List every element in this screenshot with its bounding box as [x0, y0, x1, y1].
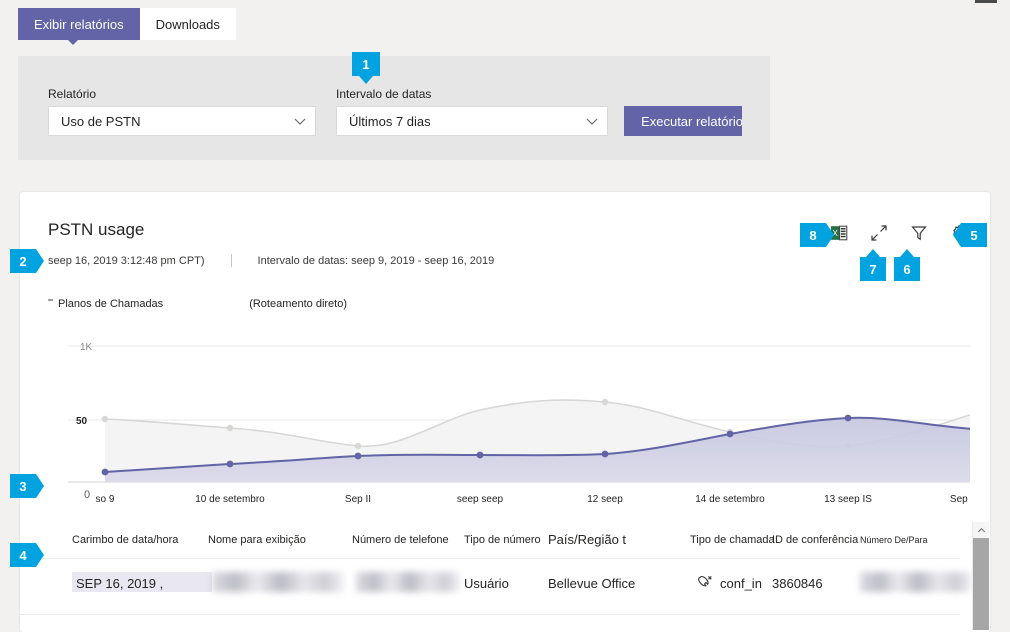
column-header-conference-id[interactable]: ID de conferência: [772, 534, 858, 546]
report-toolbar: X: [830, 224, 968, 242]
cell-call-type: conf_in: [720, 576, 762, 591]
svg-text:1K: 1K: [80, 342, 93, 353]
page-title: PSTN usage: [48, 220, 144, 240]
daterange-select-value: Últimos 7 dias: [349, 114, 585, 129]
svg-text:14 de setembro: 14 de setembro: [695, 494, 765, 505]
svg-text:so 9: so 9: [96, 494, 115, 505]
daterange-field-label: Intervalo de datas: [336, 87, 431, 101]
column-header-number-type[interactable]: Tipo de número: [464, 534, 541, 546]
filter-icon[interactable]: [910, 224, 928, 242]
svg-text:0: 0: [84, 489, 90, 501]
chevron-down-icon: [293, 114, 307, 128]
cell-from-to-number-redacted: [860, 572, 972, 592]
cell-phone-number-redacted: [356, 572, 460, 592]
svg-text:10 de setembro: 10 de setembro: [195, 494, 265, 505]
scrollbar-thumb[interactable]: [973, 538, 989, 630]
svg-text:Sep II: Sep II: [345, 494, 371, 505]
run-report-button[interactable]: Executar relatório: [624, 106, 742, 136]
daterange-select[interactable]: Últimos 7 dias: [336, 106, 608, 136]
report-date-range: Intervalo de datas: seep 9, 2019 - seep …: [258, 255, 495, 267]
column-header-call-type[interactable]: Tipo de chamada: [690, 534, 775, 546]
chevron-down-icon: [585, 114, 599, 128]
report-select[interactable]: Uso de PSTN: [48, 106, 316, 136]
column-header-phone-number[interactable]: Número de telefone: [352, 534, 449, 546]
callout-badge-8: 8: [800, 223, 826, 247]
cell-timestamp: SEP 16, 2019 ,: [76, 576, 163, 591]
app-root: Exibir relatórios Downloads Relatório Us…: [0, 0, 1010, 627]
column-header-display-name[interactable]: Nome para exibição: [208, 534, 306, 546]
callout-badge-5: 5: [961, 223, 987, 247]
callout-badge-4: 4: [10, 543, 36, 567]
scroll-up-arrow-icon[interactable]: [973, 522, 989, 538]
report-meta: seep 16, 2019 3:12:48 pm CPT) Intervalo …: [48, 254, 494, 267]
svg-text:12 seep: 12 seep: [587, 494, 623, 505]
svg-text:seep seep: seep seep: [457, 494, 504, 505]
callout-badge-2: 2: [10, 249, 36, 273]
callout-badge-3: 3: [10, 474, 36, 498]
report-card: PSTN usage seep 16, 2019 3:12:48 pm CPT)…: [20, 192, 990, 632]
svg-text:Sep It: Sep It: [950, 494, 970, 505]
legend-marker-icon: [48, 299, 53, 301]
tab-exibir-relatorios[interactable]: Exibir relatórios: [18, 8, 140, 40]
pstn-usage-table: Carimbo de data/hora Nome para exibição …: [20, 522, 990, 632]
callout-badge-7: 7: [860, 257, 886, 281]
table-scrollbar[interactable]: [972, 522, 989, 630]
callout-badge-1: 1: [352, 52, 380, 76]
svg-text:50: 50: [76, 416, 88, 427]
svg-text:13 seep IS: 13 seep IS: [824, 494, 872, 505]
report-field-label: Relatório: [48, 87, 96, 101]
x-axis-tick-labels: so 9 10 de setembro Sep II seep seep 12 …: [96, 494, 970, 505]
report-select-value: Uso de PSTN: [61, 114, 293, 129]
meta-divider: [231, 254, 232, 267]
active-tab-caret-icon: [68, 40, 78, 45]
chart-legend: Planos de Chamadas (Roteamento direto): [48, 298, 347, 310]
legend-item-planos-de-chamadas: Planos de Chamadas: [58, 298, 163, 310]
cell-display-name-redacted: [212, 572, 344, 592]
tab-downloads[interactable]: Downloads: [140, 8, 236, 40]
report-generated-timestamp: seep 16, 2019 3:12:48 pm CPT): [48, 255, 205, 267]
expand-icon[interactable]: [870, 224, 888, 242]
cell-conference-id: 3860846: [772, 576, 823, 591]
table-header-row: Carimbo de data/hora Nome para exibição …: [20, 522, 960, 559]
cell-country-region: Bellevue Office: [548, 576, 635, 591]
column-header-from-to-number[interactable]: Número De/Para: [860, 535, 928, 545]
window-top-sliver: [975, 0, 997, 3]
incoming-call-icon: [696, 574, 713, 591]
column-header-timestamp[interactable]: Carimbo de data/hora: [72, 534, 178, 546]
cell-number-type: Usuário: [464, 576, 509, 591]
pstn-usage-chart[interactable]: 1K 50 0: [48, 332, 970, 512]
legend-item-roteamento-direto: (Roteamento direto): [249, 298, 347, 310]
tab-bar: Exibir relatórios Downloads: [18, 8, 236, 40]
table-row[interactable]: SEP 16, 2019 , Usuário Bellevue Office c…: [20, 558, 960, 615]
callout-badge-6: 6: [894, 257, 920, 281]
column-header-country-region[interactable]: País/Região t: [548, 532, 626, 547]
